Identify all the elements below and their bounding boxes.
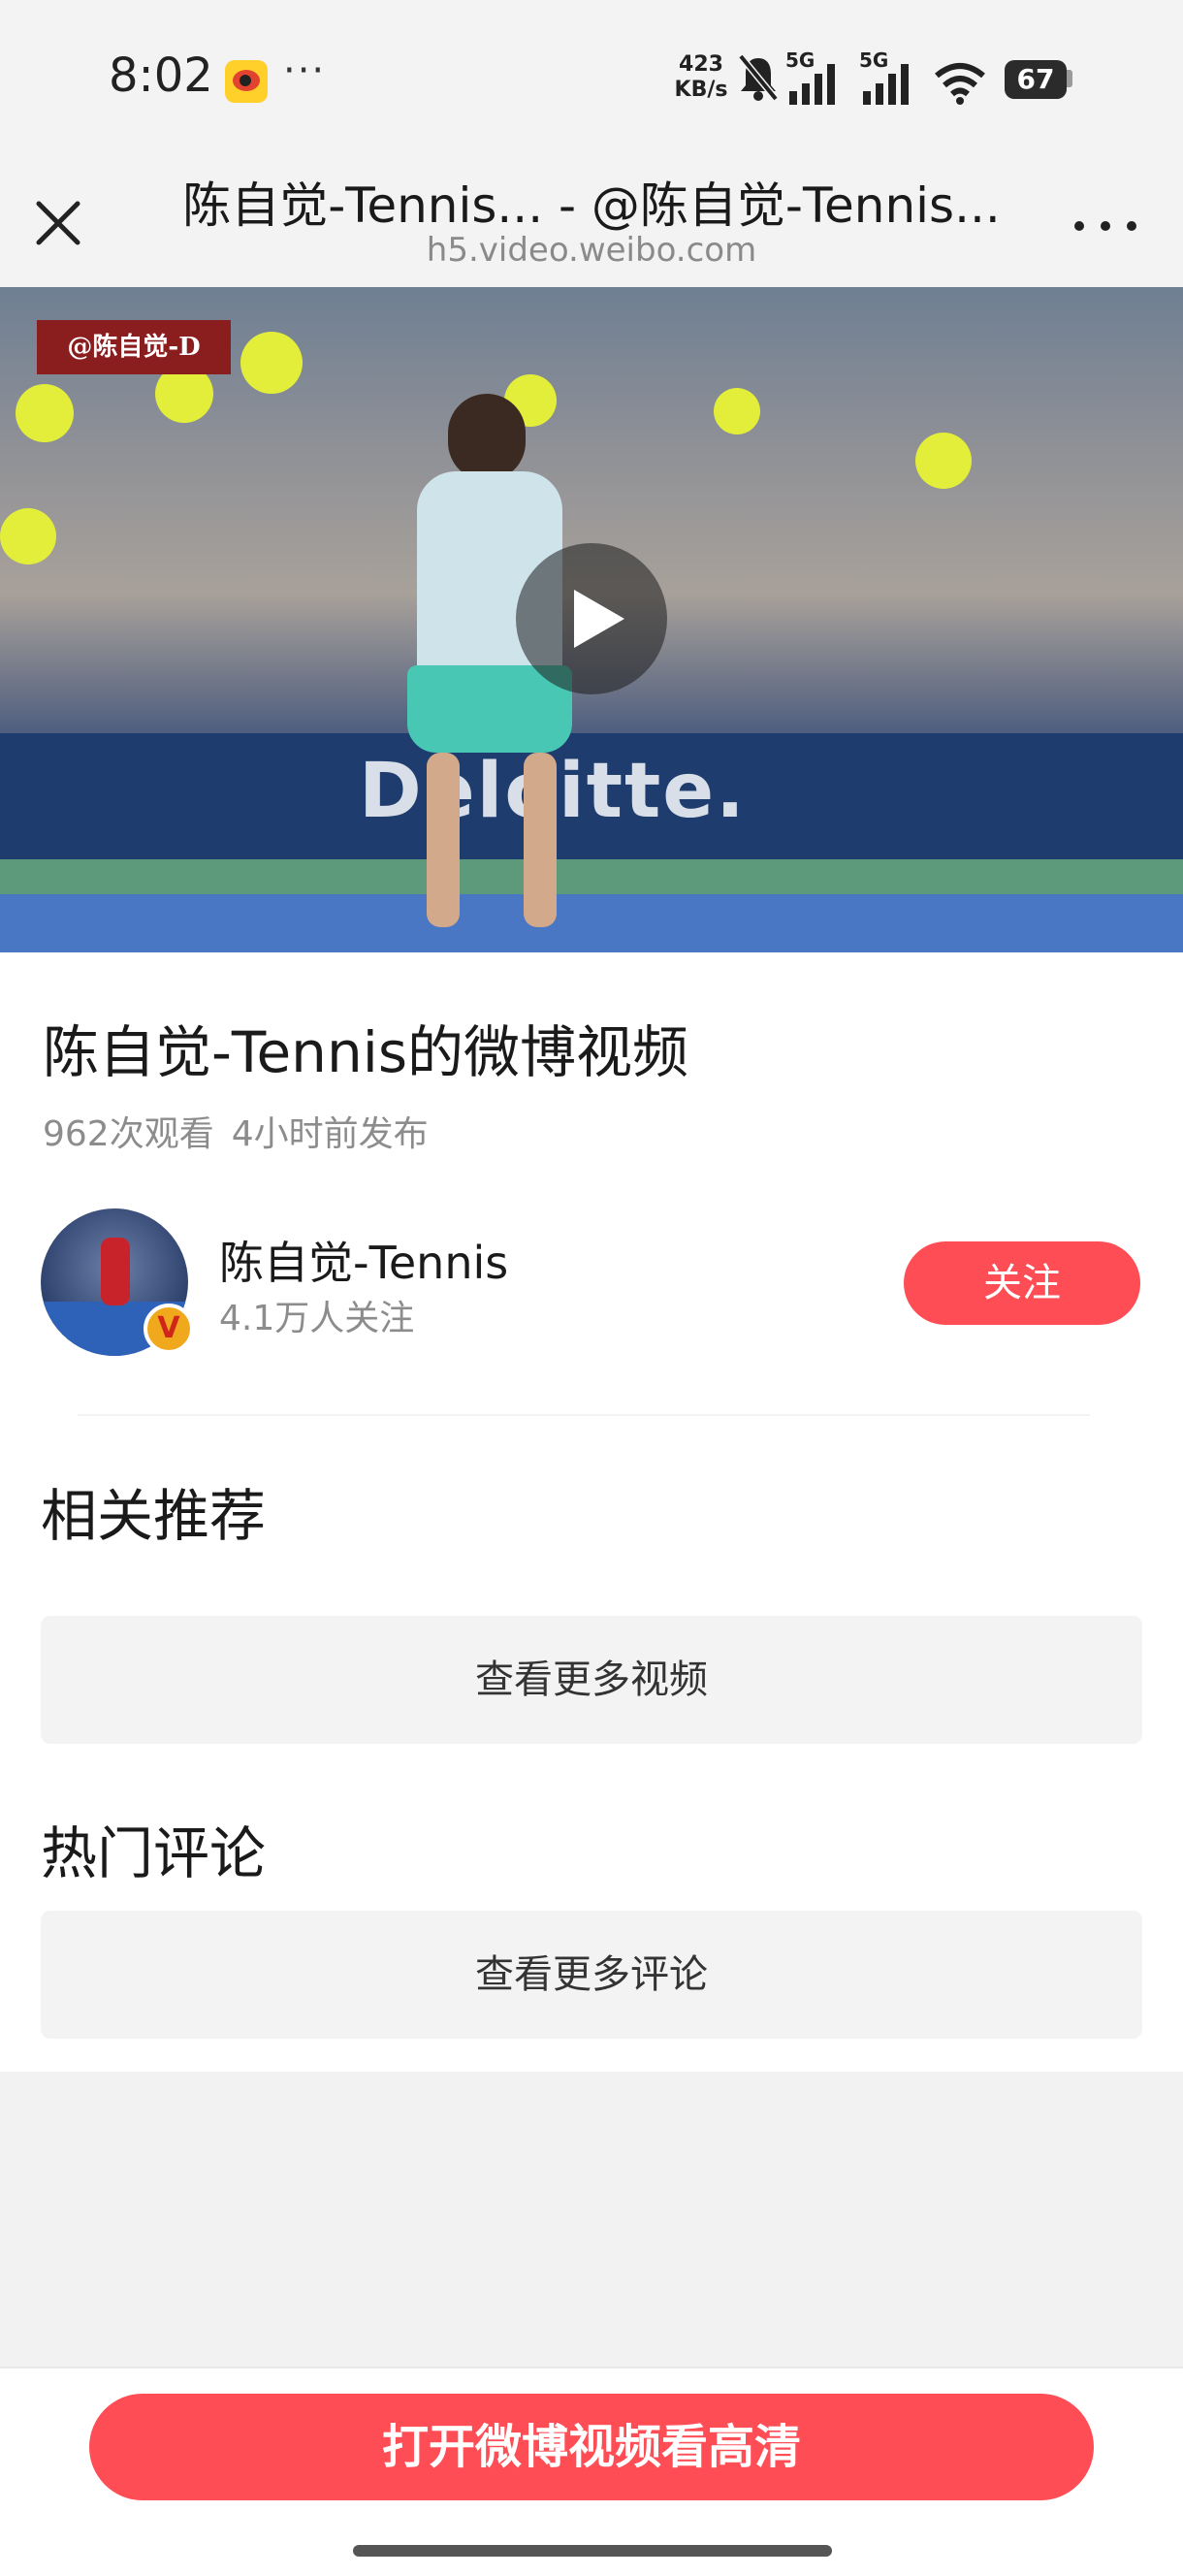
status-time: 8:02 <box>109 48 213 103</box>
browser-header: 陈自觉-Tennis... - @陈自觉-Tennis... h5.video.… <box>0 155 1183 287</box>
net-speed: 423 KB/s <box>669 52 733 103</box>
more-comments-button[interactable]: 查看更多评论 <box>41 1911 1142 2039</box>
wifi-icon <box>935 63 985 105</box>
author-name[interactable]: 陈自觉-Tennis <box>219 1228 508 1292</box>
view-count: 962次观看 <box>43 1114 214 1154</box>
play-icon <box>574 590 624 648</box>
comments-section-title: 热门评论 <box>41 1820 267 1886</box>
page-title: 陈自觉-Tennis... - @陈自觉-Tennis... <box>182 177 1001 234</box>
divider <box>78 1414 1090 1416</box>
battery-tip <box>1067 70 1072 87</box>
video-player[interactable]: @陈自觉-D Deloitte. <box>0 287 1183 952</box>
more-videos-button[interactable]: 查看更多视频 <box>41 1616 1142 1744</box>
battery-icon: 67 <box>1005 60 1067 99</box>
follow-button[interactable]: 关注 <box>904 1241 1140 1325</box>
open-app-button[interactable]: 打开微博视频看高清 <box>89 2394 1094 2500</box>
bell-muted-icon <box>738 53 779 102</box>
video-watermark: @陈自觉-D <box>37 320 231 374</box>
court <box>0 894 1183 952</box>
weibo-app-icon <box>225 60 268 103</box>
status-bar: 8:02 ··· 423 KB/s 5G 5G 67 <box>0 0 1183 155</box>
verified-badge-icon: V <box>144 1304 194 1354</box>
net-speed-value: 423 <box>679 52 723 77</box>
more-horizontal-icon[interactable] <box>1067 194 1144 252</box>
signal-icon <box>863 64 909 105</box>
related-section-title: 相关推荐 <box>41 1483 267 1549</box>
bottom-divider <box>0 2367 1183 2368</box>
video-title: 陈自觉-Tennis的微博视频 <box>43 1019 689 1085</box>
more-notifications-icon: ··· <box>283 48 327 93</box>
author-followers: 4.1万人关注 <box>219 1299 415 1338</box>
net-speed-unit: KB/s <box>674 78 728 102</box>
play-button[interactable] <box>516 543 667 694</box>
video-info-card: 陈自觉-Tennis的微博视频 962次观看 4小时前发布 V 陈自觉-Tenni… <box>0 952 1183 2072</box>
home-indicator[interactable] <box>353 2545 832 2557</box>
signal-icon <box>789 64 835 105</box>
close-icon[interactable] <box>29 194 87 252</box>
publish-time: 4小时前发布 <box>231 1114 429 1154</box>
page-url: h5.video.weibo.com <box>426 231 757 270</box>
video-meta: 962次观看 4小时前发布 <box>43 1106 446 1156</box>
